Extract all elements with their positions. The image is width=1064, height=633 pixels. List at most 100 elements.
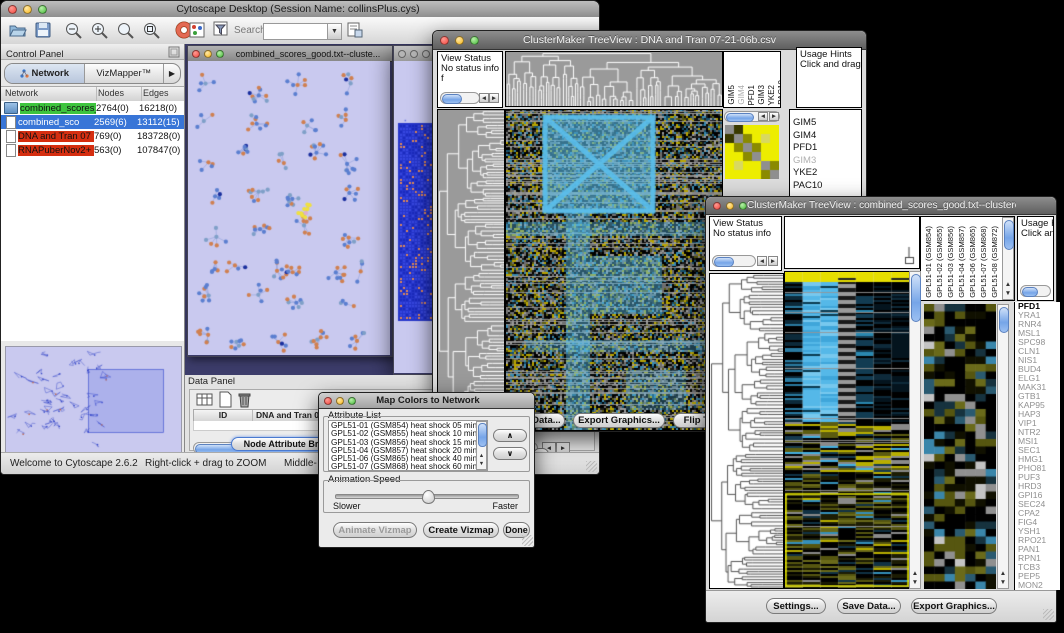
- tv2-usage-hscroll[interactable]: [1020, 285, 1051, 297]
- close-icon[interactable]: [324, 397, 332, 405]
- main-titlebar[interactable]: Cytoscape Desktop (Session Name: collins…: [1, 1, 599, 18]
- scroll-left-icon[interactable]: ◄: [758, 112, 768, 121]
- search-input[interactable]: [263, 23, 331, 40]
- tv1-row-dendrogram[interactable]: [437, 109, 505, 431]
- close-icon[interactable]: [8, 5, 17, 14]
- network-view-titlebar[interactable]: combined_scores_good.txt--cluste...: [188, 46, 392, 62]
- tv1-row-label[interactable]: PFD1: [793, 142, 861, 155]
- zoom-out-icon[interactable]: [64, 21, 84, 39]
- tv1-row-label[interactable]: PAC10: [793, 180, 861, 193]
- minimize-icon[interactable]: [726, 202, 734, 210]
- zoom-fit-icon[interactable]: [116, 21, 136, 39]
- tv1-row-label[interactable]: GIM5: [793, 117, 861, 130]
- tv1-column-label[interactable]: GIM3: [757, 85, 767, 105]
- tv2-column-label[interactable]: GPL51-06 (GSM865): [968, 226, 979, 298]
- tv2-status-hscroll[interactable]: [712, 255, 756, 267]
- zoom-icon[interactable]: [38, 5, 47, 14]
- zoom-icon[interactable]: [216, 50, 224, 58]
- attribute-list-vscroll[interactable]: ▲ ▼: [476, 421, 487, 470]
- zoom-icon[interactable]: [422, 50, 430, 58]
- animate-vizmap-button[interactable]: Animate Vizmap: [333, 522, 417, 538]
- network-canvas[interactable]: [188, 61, 390, 355]
- resize-grip[interactable]: [522, 535, 533, 546]
- network-row[interactable]: combined_scores_ 2764(0) 16218(0): [1, 101, 184, 115]
- tab-network[interactable]: Network: [5, 64, 85, 83]
- tv1-column-label[interactable]: PAC10: [777, 80, 781, 105]
- tv2-column-label[interactable]: GPL51-01 (GSM854): [924, 226, 935, 298]
- table-icon[interactable]: [196, 392, 214, 408]
- annotation-icon[interactable]: [346, 21, 364, 39]
- col-nodes[interactable]: Nodes: [97, 87, 142, 101]
- tv2-zoom-submatrix[interactable]: [924, 304, 996, 589]
- tab-overflow-arrow[interactable]: ▶: [163, 64, 180, 83]
- tv1-row-label[interactable]: GIM4: [793, 130, 861, 143]
- tv2-column-dendrogram[interactable]: [784, 216, 920, 269]
- tv2-column-label[interactable]: GPL51-02 (GSM855): [935, 226, 946, 298]
- tab-vizmapper[interactable]: VizMapper™: [85, 64, 164, 83]
- new-doc-icon[interactable]: [218, 391, 233, 408]
- tv2-column-label[interactable]: GPL51-07 (GSM868): [979, 226, 990, 298]
- tv1-column-dendrogram[interactable]: [505, 51, 723, 107]
- zoom-icon[interactable]: [348, 397, 356, 405]
- close-icon[interactable]: [713, 202, 721, 210]
- minimize-icon[interactable]: [410, 50, 418, 58]
- move-up-button[interactable]: ∧: [493, 429, 527, 442]
- zoom-icon[interactable]: [470, 36, 479, 45]
- data-col-id[interactable]: ID: [194, 410, 253, 421]
- tv1-zoom-submatrix[interactable]: [725, 125, 779, 179]
- tv2-export-graphics-button[interactable]: Export Graphics...: [911, 598, 997, 614]
- zoom-in-icon[interactable]: [90, 21, 110, 39]
- gene-label[interactable]: MON2: [1018, 581, 1060, 590]
- minimize-icon[interactable]: [204, 50, 212, 58]
- save-icon[interactable]: [34, 21, 52, 39]
- network-row[interactable]: combined_sco 2569(6) 13112(15): [1, 115, 184, 129]
- tv2-heatmap-vscroll[interactable]: ▲ ▼: [909, 271, 921, 589]
- birdseye-icon[interactable]: [189, 22, 205, 38]
- tv2-column-label[interactable]: GPL51-04 (GSM857): [957, 226, 968, 298]
- move-down-button[interactable]: ∨: [493, 447, 527, 460]
- float-panel-icon[interactable]: [168, 46, 180, 58]
- trash-icon[interactable]: [237, 391, 252, 408]
- dialog-titlebar[interactable]: Map Colors to Network: [319, 393, 534, 409]
- tv1-heatmap[interactable]: [505, 109, 723, 431]
- minimize-icon[interactable]: [336, 397, 344, 405]
- tv2-collabel-vscroll[interactable]: ▲ ▼: [1002, 217, 1014, 300]
- open-file-icon[interactable]: [8, 21, 27, 39]
- tv1-column-label[interactable]: GIM5: [727, 85, 737, 105]
- zoom-icon[interactable]: [739, 202, 747, 210]
- resize-grip[interactable]: [1043, 609, 1054, 620]
- attribute-list[interactable]: GPL51-01 (GSM854) heat shock 05 minGPL51…: [328, 420, 488, 471]
- tv2-heatmap[interactable]: [784, 271, 910, 589]
- attribute-item[interactable]: GPL51-07 (GSM868) heat shock 60 min: [331, 463, 487, 471]
- close-icon[interactable]: [192, 50, 200, 58]
- tv1-row-label[interactable]: GIM3: [793, 155, 861, 168]
- tv2-row-dendrogram[interactable]: [709, 273, 784, 589]
- tv1-column-label[interactable]: GIM4: [737, 85, 747, 105]
- minimize-icon[interactable]: [23, 5, 32, 14]
- scroll-left-icon[interactable]: ◄: [479, 93, 489, 103]
- tv1-row-label[interactable]: YKE2: [793, 167, 861, 180]
- scroll-right-icon[interactable]: ►: [489, 93, 499, 103]
- tv1-export-graphics-button[interactable]: Export Graphics...: [573, 413, 665, 428]
- animation-speed-slider[interactable]: [335, 494, 519, 499]
- tv2-column-label[interactable]: GPL51-03 (GSM856): [946, 226, 957, 298]
- resize-grip[interactable]: [586, 461, 597, 472]
- tv2-zoom-vscroll[interactable]: ▲ ▼: [997, 304, 1009, 589]
- filter-icon[interactable]: [213, 21, 230, 38]
- minimize-icon[interactable]: [455, 36, 464, 45]
- tv2-settings-button[interactable]: Settings...: [766, 598, 826, 614]
- scroll-right-icon[interactable]: ►: [769, 112, 779, 121]
- create-vizmap-button[interactable]: Create Vizmap: [423, 522, 499, 538]
- tv2-column-label[interactable]: GPL51-08 (GSM872): [990, 226, 1001, 298]
- network-row[interactable]: RNAPuberNov2+ 563(0) 107847(0): [1, 143, 184, 157]
- close-icon[interactable]: [440, 36, 449, 45]
- zoom-selected-icon[interactable]: [142, 21, 162, 39]
- close-icon[interactable]: [398, 50, 406, 58]
- tv2-save-data-button[interactable]: Save Data...: [837, 598, 901, 614]
- birdseye-overview[interactable]: [5, 346, 182, 455]
- window-controls[interactable]: [1, 5, 47, 14]
- tv1-status-hscroll[interactable]: [440, 92, 480, 104]
- scroll-right-icon[interactable]: ►: [768, 256, 778, 266]
- scroll-left-icon[interactable]: ◄: [757, 256, 767, 266]
- tv1-column-label[interactable]: YKE2: [767, 85, 777, 105]
